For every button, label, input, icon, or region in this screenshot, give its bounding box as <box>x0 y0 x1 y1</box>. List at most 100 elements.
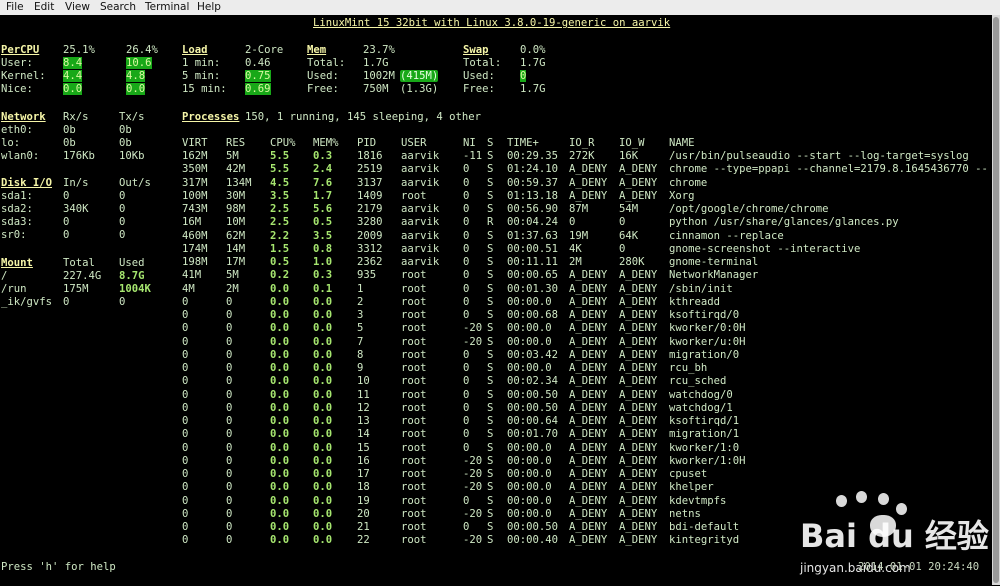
process-cell-res: 0 <box>226 521 233 533</box>
process-cell-time: 00:02.34 <box>507 375 559 388</box>
process-cell-virt: 174M <box>182 242 208 255</box>
menu-view[interactable]: View <box>65 1 90 13</box>
process-cell-pid: 8 <box>357 348 364 361</box>
process-cell-res: 10M <box>226 216 246 229</box>
process-cell-io-w: A_DENY <box>619 322 658 335</box>
process-cell-state: S <box>487 335 494 348</box>
process-cell-state: S <box>487 322 494 335</box>
process-cell-state: S <box>487 481 494 494</box>
swap-percent: 0.0% <box>520 44 546 56</box>
process-cell-state: S <box>487 203 494 215</box>
terminal-area[interactable]: LinuxMint 15 32bit with Linux 3.8.0-19-g… <box>0 15 992 585</box>
process-cell-user: root <box>401 375 427 388</box>
process-cell-mem: 0.0 <box>313 494 333 507</box>
mount-total-value: 0 <box>63 296 70 308</box>
process-cell-mem: 0.0 <box>313 428 333 441</box>
process-cell-time: 00:00.50 <box>507 388 559 401</box>
process-cell-user: root <box>401 189 427 202</box>
process-cell-pid: 16 <box>357 454 370 467</box>
menu-search[interactable]: Search <box>100 1 136 13</box>
processes-summary: 150, 1 running, 145 sleeping, 4 other <box>245 111 481 123</box>
process-cell-mem: 0.0 <box>313 348 333 361</box>
column-header-ni: NI <box>463 137 476 149</box>
network-tx-value: 0b <box>119 124 132 136</box>
process-cell-user: root <box>401 534 427 547</box>
process-cell-name: cinnamon --replace <box>669 229 784 242</box>
swap-free-label: Free: <box>463 83 495 95</box>
process-cell-state: R <box>487 216 494 229</box>
process-cell-user: aarvik <box>401 229 440 242</box>
process-cell-state: S <box>487 348 494 361</box>
process-cell-res: 5M <box>226 150 239 162</box>
process-cell-io-w: A_DENY <box>619 282 658 295</box>
process-cell-res: 0 <box>226 322 233 335</box>
process-cell-cpu: 0.0 <box>270 534 290 547</box>
process-cell-io-w: A_DENY <box>619 428 658 441</box>
process-cell-virt: 0 <box>182 415 189 427</box>
process-cell-io-w: A_DENY <box>619 176 658 189</box>
process-cell-virt: 0 <box>182 335 189 348</box>
process-cell-user: aarvik <box>401 242 440 255</box>
process-cell-mem: 0.3 <box>313 269 333 282</box>
process-cell-state: S <box>487 534 494 547</box>
process-cell-res: 5M <box>226 269 239 282</box>
process-cell-res: 62M <box>226 229 246 242</box>
mem-used-extra: (415M) <box>400 70 439 82</box>
process-cell-mem: 1.0 <box>313 256 333 268</box>
process-cell-pid: 935 <box>357 269 377 282</box>
column-header-time: TIME+ <box>507 137 539 149</box>
process-cell-res: 0 <box>226 401 233 414</box>
cpu-nice-label: Nice: <box>1 83 33 95</box>
process-cell-res: 0 <box>226 454 233 467</box>
process-cell-name: /sbin/init <box>669 282 733 295</box>
process-cell-cpu: 0.0 <box>270 507 290 520</box>
menu-file[interactable]: File <box>6 1 24 13</box>
process-cell-name: Xorg <box>669 189 695 202</box>
process-cell-name: kworker/0:0H <box>669 322 746 335</box>
process-cell-ni: 0 <box>463 375 470 388</box>
scrollbar[interactable] <box>992 15 1000 585</box>
mount-used-value: 8.7G <box>119 270 145 282</box>
process-cell-io-r: A_DENY <box>569 189 608 202</box>
process-cell-user: root <box>401 428 427 441</box>
process-cell-ni: 0 <box>463 362 470 374</box>
cpu1-total: 25.1% <box>63 44 95 56</box>
menu-help[interactable]: Help <box>197 1 221 13</box>
process-cell-time: 00:03.42 <box>507 348 559 361</box>
disk-out-value: 0 <box>119 203 126 215</box>
process-cell-mem: 0.0 <box>313 507 333 520</box>
disk-out-value: 0 <box>119 229 126 241</box>
load-15min-label: 15 min: <box>182 83 227 95</box>
menu-bar: File Edit View Search Terminal Help <box>0 0 1000 15</box>
process-cell-pid: 1 <box>357 282 364 295</box>
load-1min-value: 0.46 <box>245 57 271 69</box>
menu-edit[interactable]: Edit <box>34 1 54 13</box>
process-cell-io-r: A_DENY <box>569 348 608 361</box>
network-tx-value: 10Kb <box>119 150 145 162</box>
process-cell-io-w: 0 <box>619 216 626 229</box>
process-cell-pid: 2 <box>357 295 364 308</box>
process-cell-pid: 2519 <box>357 163 383 176</box>
process-cell-io-r: A_DENY <box>569 375 608 388</box>
process-cell-ni: -20 <box>463 322 483 335</box>
process-cell-ni: 0 <box>463 295 470 308</box>
process-cell-mem: 0.5 <box>313 216 333 229</box>
process-cell-io-w: A_DENY <box>619 481 658 494</box>
process-cell-state: S <box>487 468 494 480</box>
process-cell-time: 00:00.50 <box>507 521 559 533</box>
process-cell-name: cpuset <box>669 468 708 480</box>
scrollbar-thumb[interactable] <box>993 17 999 583</box>
process-cell-virt: 0 <box>182 494 189 507</box>
process-cell-pid: 15 <box>357 441 370 454</box>
process-cell-time: 00:00.50 <box>507 401 559 414</box>
process-cell-user: root <box>401 494 427 507</box>
process-cell-name: ksoftirqd/1 <box>669 415 740 427</box>
network-tx-header: Tx/s <box>119 111 145 123</box>
process-cell-name: bdi-default <box>669 521 740 533</box>
disk-device-name: sda2: <box>1 203 33 215</box>
process-cell-io-r: 4K <box>569 242 582 255</box>
process-cell-cpu: 2.5 <box>270 216 290 229</box>
process-cell-res: 0 <box>226 295 233 308</box>
menu-terminal[interactable]: Terminal <box>145 1 189 13</box>
process-cell-user: root <box>401 388 427 401</box>
